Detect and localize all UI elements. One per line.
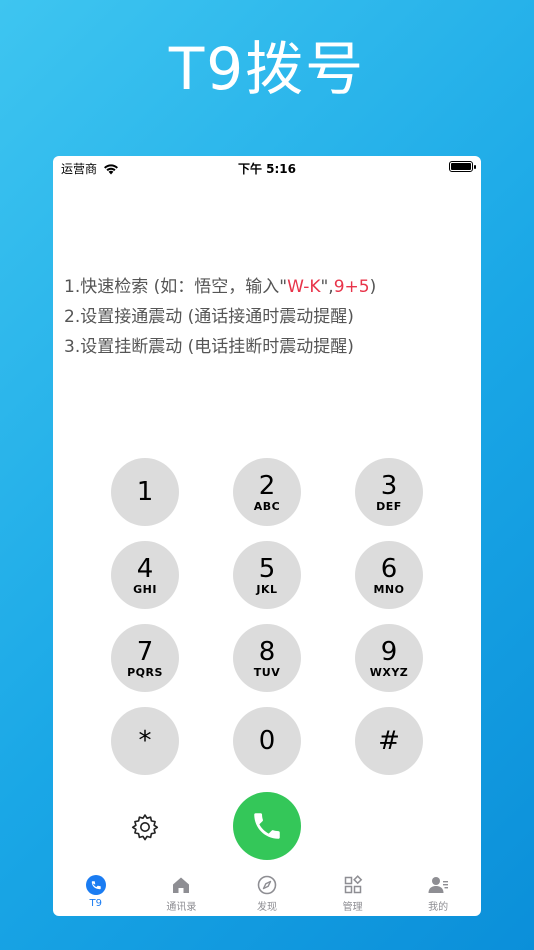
key-digit: # <box>378 726 400 756</box>
tab-label: 管理 <box>342 902 363 913</box>
tip-line-3: 3.设置挂断震动 (电话挂断时震动提醒) <box>64 337 354 357</box>
tab-label: T9 <box>89 898 103 909</box>
key-2[interactable]: 2 ABC <box>233 458 301 526</box>
key-9[interactable]: 9 WXYZ <box>355 624 423 692</box>
key-digit: 4 <box>136 553 154 584</box>
tab-phone-circle[interactable]: T9 <box>53 868 139 916</box>
key-7[interactable]: 7 PQRS <box>111 624 179 692</box>
key-hash[interactable]: # <box>355 707 423 775</box>
keypad: 1 2 ABC 3 DEF 4 GHI 5 JKL 6 MNO 7 PQRS 8 TUV 9 WXYZ * 0 # <box>111 458 423 775</box>
key-0[interactable]: 0 <box>233 707 301 775</box>
phone-icon <box>254 813 280 839</box>
key-letters: WXYZ <box>369 665 409 679</box>
key-digit: 5 <box>258 553 276 584</box>
tab-grid[interactable]: 管理 <box>310 868 396 916</box>
key-digit: 3 <box>380 470 398 501</box>
home-icon <box>170 874 192 896</box>
key-letters: MNO <box>373 582 405 596</box>
key-digit: * <box>138 726 152 756</box>
phone-circle-icon <box>85 874 107 896</box>
key-digit: 1 <box>136 477 154 507</box>
key-digit: 9 <box>380 636 398 667</box>
tip-text: ) <box>369 277 377 297</box>
tab-label: 通讯录 <box>166 902 197 913</box>
key-letters: ABC <box>253 499 281 513</box>
person-icon <box>427 874 449 896</box>
tab-label: 我的 <box>428 902 449 913</box>
key-letters: GHI <box>133 582 157 596</box>
gear-icon <box>131 814 159 841</box>
key-digit: 6 <box>380 553 398 584</box>
tip-line-1: 1.快速检索 (如：悟空，输入"W-K",9+5) <box>64 272 376 302</box>
key-star[interactable]: * <box>111 707 179 775</box>
settings-button[interactable] <box>130 812 160 842</box>
tip-line-2: 2.设置接通震动 (通话接通时震动提醒) <box>64 307 354 327</box>
key-letters: DEF <box>376 499 402 513</box>
key-5[interactable]: 5 JKL <box>233 541 301 609</box>
phone-screen: 运营商 下午 5:16 1.快速检索 (如：悟空，输入"W-K",9+5) 2.… <box>53 156 481 916</box>
headline: T9拨号 <box>168 35 366 103</box>
key-1[interactable]: 1 <box>111 458 179 526</box>
compass-icon <box>256 874 278 896</box>
tip-text: ", <box>320 277 334 297</box>
tip-text: 1.快速检索 (如：悟空，输入" <box>64 277 288 297</box>
call-button[interactable] <box>233 792 301 860</box>
tab-label: 发现 <box>256 902 277 913</box>
key-8[interactable]: 8 TUV <box>233 624 301 692</box>
tab-person[interactable]: 我的 <box>395 868 481 916</box>
tab-home[interactable]: 通讯录 <box>139 868 225 916</box>
tab-compass[interactable]: 发现 <box>224 868 310 916</box>
key-digit: 7 <box>136 636 154 667</box>
key-6[interactable]: 6 MNO <box>355 541 423 609</box>
status-bar: 运营商 下午 5:16 <box>53 156 481 180</box>
tip-highlight: 9+5 <box>333 277 370 297</box>
key-letters: TUV <box>253 665 281 679</box>
key-letters: PQRS <box>127 665 163 679</box>
tab-bar: T9 通讯录 发现 管理 我的 <box>53 868 481 916</box>
tip-highlight: W-K <box>287 277 321 297</box>
key-digit: 0 <box>258 726 276 756</box>
key-letters: JKL <box>256 582 278 596</box>
battery-indicator <box>449 161 476 172</box>
status-time: 下午 5:16 <box>237 162 297 176</box>
key-digit: 2 <box>258 470 276 501</box>
key-4[interactable]: 4 GHI <box>111 541 179 609</box>
grid-icon <box>342 874 364 896</box>
key-3[interactable]: 3 DEF <box>355 458 423 526</box>
key-digit: 8 <box>258 636 276 667</box>
battery-icon <box>449 161 476 172</box>
tips-list: 1.快速检索 (如：悟空，输入"W-K",9+5) 2.设置接通震动 (通话接通… <box>64 272 376 362</box>
